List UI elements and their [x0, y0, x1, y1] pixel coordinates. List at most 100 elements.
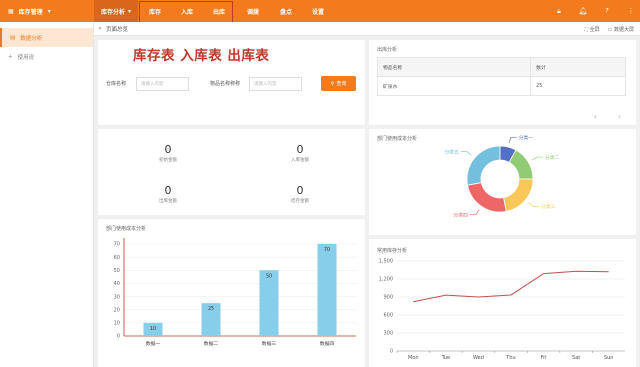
- x-tick-label: 数据四: [320, 340, 335, 347]
- donut-chart: 分类一分类二分类三分类四 分类五: [444, 134, 560, 218]
- sidebar-item-label: 使用说: [17, 54, 35, 61]
- next-page-icon[interactable]: ›: [618, 113, 621, 121]
- stat-inbound: 0 入库金额: [260, 143, 340, 163]
- chevron-down-icon: ▾: [128, 7, 132, 15]
- slice-label: 分类二: [545, 154, 560, 161]
- annotation-text: 库存表 入库表 出库表: [133, 48, 270, 64]
- leader-line: [469, 209, 480, 215]
- x-tick-label: 数据三: [262, 340, 277, 347]
- bell-icon[interactable]: 🔔︎: [578, 7, 588, 15]
- help-icon[interactable]: ?: [602, 7, 612, 15]
- x-tick-label: Sun: [604, 355, 614, 361]
- warehouse-label: 仓库名称: [106, 81, 127, 87]
- top-tools: 🔒︎ 🔔︎ ? ⋮: [554, 0, 636, 22]
- x-tick-label: Sat: [572, 355, 580, 361]
- y-tick-label: 0: [117, 334, 120, 340]
- nav-transfer[interactable]: 调拨: [240, 0, 266, 22]
- x-tick-label: Tue: [441, 355, 451, 361]
- y-tick-label: 50: [114, 268, 120, 274]
- stat-value: 0: [296, 184, 304, 197]
- y-tick-label: 30: [114, 294, 120, 300]
- slice-label: 分类四: [453, 211, 468, 218]
- leader-line: [508, 137, 517, 144]
- y-tick-label: 10: [114, 321, 120, 327]
- y-tick-label: 60: [114, 255, 120, 261]
- data-screen-button[interactable]: ▭ 数据大屏: [608, 26, 634, 33]
- bar-value-label: 50: [266, 273, 272, 279]
- data-screen-label: 数据大屏: [613, 26, 634, 33]
- donut-slice: [466, 145, 501, 186]
- stat-value: 0: [296, 143, 304, 156]
- collapse-icon[interactable]: «: [94, 25, 106, 32]
- bar: [317, 244, 337, 336]
- stat-value: 0: [164, 143, 172, 156]
- app-brand[interactable]: ▦ 库存管理 ▾: [0, 0, 94, 22]
- query-button-label: 查询: [336, 81, 347, 87]
- y-tick-label: 1,500: [379, 259, 393, 265]
- y-tick-label: 300: [383, 331, 393, 337]
- y-tick-label: 600: [383, 313, 393, 319]
- module-label: 库存分析: [100, 8, 125, 16]
- sidebar: ▤ 数据分析 + 使用说: [0, 22, 94, 367]
- leader-line: [531, 156, 544, 161]
- x-tick-label: Wed: [473, 355, 484, 361]
- chevron-down-icon: ▾: [47, 7, 51, 15]
- y-tick-label: 20: [114, 307, 120, 313]
- stat-label: 结存金额: [291, 199, 309, 204]
- table-cell: 25: [530, 76, 626, 96]
- outbound-table: 物品名称 数计 矿泉水 25: [376, 57, 626, 96]
- bar-chart: 0 10 20 30 40 50 60 70 10 数据一 25 数据二 50 数据三 70 数据四: [114, 238, 356, 347]
- slice-label: 分类五: [444, 148, 459, 155]
- nav-stocktake[interactable]: 盘点: [273, 0, 299, 22]
- line-chart: 0 300 600 900 1,200 1,500 Mon Tue Wed Thu Fri Sat Su…: [379, 259, 625, 361]
- bar-value-label: 70: [324, 247, 330, 253]
- sidebar-item-label: 数据分析: [20, 35, 43, 42]
- x-tick-label: Fri: [541, 355, 547, 361]
- grid-menu-icon[interactable]: ▦: [8, 8, 14, 15]
- top-bar: ▦ 库存管理 ▾ 库存分析 ▾ 库存 入库 出库 调拨 盘点 设置 🔒︎ 🔔︎ …: [0, 0, 640, 22]
- slice-label: 分类三: [541, 203, 556, 210]
- bar-value-label: 25: [208, 306, 214, 312]
- warehouse-input[interactable]: 请输入内容: [136, 77, 189, 91]
- y-tick-label: 40: [114, 281, 120, 287]
- prev-page-icon[interactable]: ‹: [594, 113, 597, 121]
- slice-label: 分类一: [519, 134, 534, 141]
- stat-outbound: 0 出库金额: [128, 184, 208, 204]
- donut-slice: [503, 178, 534, 212]
- x-tick-label: 数据二: [204, 340, 219, 347]
- module-selector[interactable]: 库存分析 ▾: [94, 0, 138, 22]
- bar-value-label: 10: [150, 326, 156, 332]
- x-tick-label: Thu: [505, 355, 515, 361]
- leader-line: [528, 202, 540, 207]
- document-icon: ▤: [10, 34, 16, 41]
- stat-balance: 0 结存金额: [260, 184, 340, 204]
- lock-icon[interactable]: 🔒︎: [554, 7, 564, 16]
- stat-label: 初始金额: [159, 158, 177, 163]
- plus-icon: +: [8, 53, 13, 60]
- stat-initial: 0 初始金额: [128, 143, 208, 163]
- x-tick-label: Mon: [408, 355, 419, 361]
- stat-label: 入库金额: [291, 158, 309, 163]
- stat-value: 0: [164, 184, 172, 197]
- tab-home[interactable]: 页面总览: [106, 25, 128, 33]
- fullscreen-button[interactable]: ⛶ 全屏: [585, 26, 600, 33]
- y-tick-label: 70: [114, 242, 120, 248]
- query-button[interactable]: ⚲ 查询: [321, 76, 356, 91]
- y-tick-label: 1,200: [379, 277, 393, 283]
- tab-tools: ⛶ 全屏 ▭ 数据大屏: [585, 22, 634, 36]
- y-tick-label: 0: [390, 349, 393, 355]
- y-tick-label: 900: [383, 295, 393, 301]
- item-label: 物品名称称称: [210, 81, 241, 87]
- sidebar-item-usage[interactable]: + 使用说: [0, 47, 93, 66]
- nav-settings[interactable]: 设置: [305, 0, 331, 22]
- app-title: 库存管理: [18, 8, 43, 16]
- leader-line: [460, 151, 472, 156]
- tab-strip: « 页面总览 ⛶ 全屏 ▭ 数据大屏: [94, 22, 640, 36]
- fullscreen-label: 全屏: [589, 26, 600, 33]
- table-header-row: 物品名称 数计: [376, 57, 626, 77]
- more-icon[interactable]: ⋮: [626, 7, 636, 15]
- donut-slice: [467, 182, 507, 213]
- item-input[interactable]: 请输入内容: [249, 77, 302, 91]
- table-cell: 矿泉水: [376, 76, 532, 96]
- sidebar-item-data-analysis[interactable]: ▤ 数据分析: [0, 28, 93, 47]
